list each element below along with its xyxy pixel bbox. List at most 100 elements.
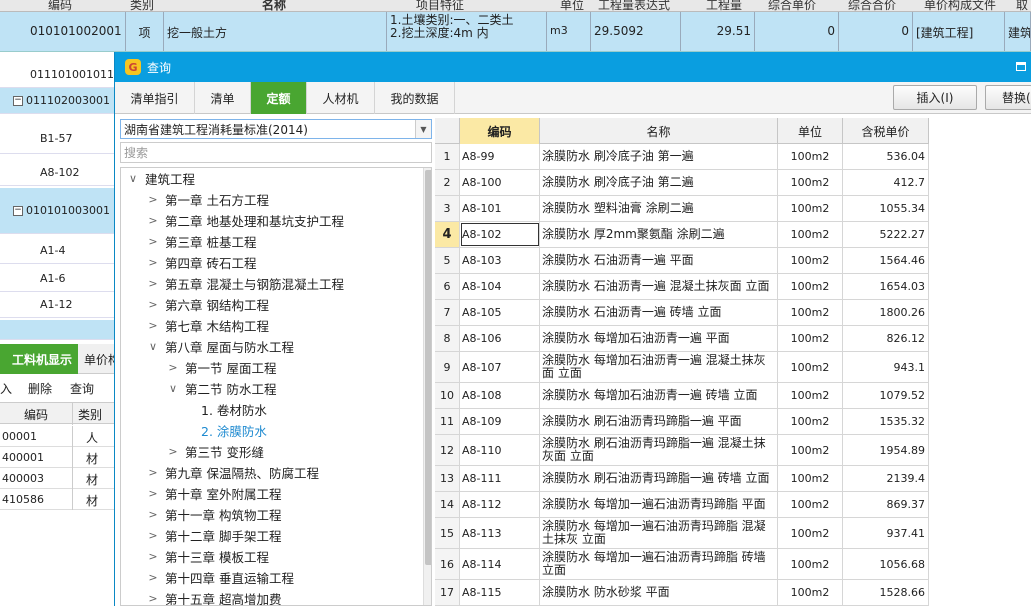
tree-node[interactable]: > 第十四章 垂直运输工程: [146, 567, 294, 588]
grid-cell-unit[interactable]: 100m2: [778, 352, 843, 382]
collapse-icon[interactable]: −: [13, 205, 23, 216]
tree-node[interactable]: > 第一节 屋面工程: [166, 357, 276, 378]
grid-cell-unit[interactable]: 100m2: [778, 274, 843, 299]
grid-row[interactable]: 3 A8-101 涂膜防水 塑料油膏 涂刷二遍 100m2 1055.34: [435, 196, 929, 222]
tree-node[interactable]: ∨ 建筑工程: [126, 168, 195, 189]
grid-row[interactable]: 8 A8-106 涂膜防水 每增加石油沥青一遍 平面 100m2 826.12: [435, 326, 929, 352]
grid-cell-price[interactable]: 5222.27: [843, 222, 929, 247]
grid-cell-name[interactable]: 涂膜防水 石油沥青一遍 砖墙 立面: [540, 300, 778, 325]
grid-cell-price[interactable]: 1800.26: [843, 300, 929, 325]
grid-cell-code[interactable]: A8-103: [460, 248, 540, 273]
chevron-down-icon[interactable]: ∨: [146, 340, 160, 353]
table-row[interactable]: 410586 材: [0, 489, 114, 510]
chevron-right-icon[interactable]: >: [146, 487, 160, 500]
grid-cell-name[interactable]: 涂膜防水 刷冷底子油 第二遍: [540, 170, 778, 195]
tab-list[interactable]: 清单: [195, 82, 251, 114]
tree-node[interactable]: > 第九章 保温隔热、防腐工程: [146, 462, 319, 483]
tree-node[interactable]: > 第四章 砖石工程: [146, 252, 256, 273]
grid-cell-name[interactable]: 涂膜防水 石油沥青一遍 平面: [540, 248, 778, 273]
grid-cell-unit[interactable]: 100m2: [778, 549, 843, 579]
tab-list-guide[interactable]: 清单指引: [115, 82, 195, 114]
grid-cell-code[interactable]: A8-106: [460, 326, 540, 351]
grid-row[interactable]: 15 A8-113 涂膜防水 每增加一遍石油沥青玛蹄脂 混凝土抹灰 立面 100m2 9…: [435, 518, 929, 549]
grid-col-code[interactable]: 编码: [460, 118, 540, 144]
tree-node[interactable]: 1. 卷材防水: [201, 399, 267, 420]
grid-cell-name[interactable]: 涂膜防水 塑料油膏 涂刷二遍: [540, 196, 778, 221]
grid-cell-unit[interactable]: 100m2: [778, 383, 843, 408]
grid-cell-name[interactable]: 涂膜防水 防水砂浆 平面: [540, 580, 778, 605]
grid-cell-code[interactable]: A8-109: [460, 409, 540, 434]
grid-cell-price[interactable]: 1056.68: [843, 549, 929, 579]
grid-cell-code[interactable]: A8-107: [460, 352, 540, 382]
grid-row[interactable]: 5 A8-103 涂膜防水 石油沥青一遍 平面 100m2 1564.46: [435, 248, 929, 274]
tree-node[interactable]: ∨ 第二节 防水工程: [166, 378, 277, 399]
chevron-right-icon[interactable]: >: [146, 256, 160, 269]
chevron-down-icon[interactable]: ∨: [126, 172, 140, 185]
grid-row[interactable]: 1 A8-99 涂膜防水 刷冷底子油 第一遍 100m2 536.04: [435, 144, 929, 170]
tree-row[interactable]: −011102003001: [0, 88, 114, 114]
chevron-right-icon[interactable]: >: [146, 277, 160, 290]
grid-cell-name[interactable]: 涂膜防水 每增加石油沥青一遍 砖墙 立面: [540, 383, 778, 408]
tree-node[interactable]: > 第三节 变形缝: [166, 441, 264, 462]
grid-cell-name[interactable]: 涂膜防水 刷石油沥青玛蹄脂一遍 平面: [540, 409, 778, 434]
chevron-down-icon[interactable]: ▼: [415, 120, 431, 138]
tree-row[interactable]: A8-102: [0, 160, 114, 186]
grid-cell-name[interactable]: 涂膜防水 厚2mm聚氨酯 涂刷二遍: [540, 222, 778, 247]
grid-cell-price[interactable]: 536.04: [843, 144, 929, 169]
grid-row[interactable]: 16 A8-114 涂膜防水 每增加一遍石油沥青玛蹄脂 砖墙立面 100m2 1056.…: [435, 549, 929, 580]
grid-cell-code[interactable]: A8-108: [460, 383, 540, 408]
tree-row[interactable]: A1-4: [0, 238, 114, 264]
chevron-right-icon[interactable]: >: [146, 550, 160, 563]
grid-cell-name[interactable]: 涂膜防水 刷冷底子油 第一遍: [540, 144, 778, 169]
grid-cell-code[interactable]: A8-114: [460, 549, 540, 579]
grid-cell-unit[interactable]: 100m2: [778, 196, 843, 221]
grid-cell-code[interactable]: A8-104: [460, 274, 540, 299]
tree-scrollbar[interactable]: [423, 168, 431, 605]
grid-cell-price[interactable]: 869.37: [843, 492, 929, 517]
grid-cell-unit[interactable]: 100m2: [778, 222, 843, 247]
grid-cell-code[interactable]: A8-105: [460, 300, 540, 325]
grid-cell-unit[interactable]: 100m2: [778, 170, 843, 195]
tree-node[interactable]: > 第一章 土石方工程: [146, 189, 269, 210]
grid-row[interactable]: 7 A8-105 涂膜防水 石油沥青一遍 砖墙 立面 100m2 1800.26: [435, 300, 929, 326]
grid-cell-price[interactable]: 1654.03: [843, 274, 929, 299]
grid-cell-code[interactable]: A8-110: [460, 435, 540, 465]
delete-action[interactable]: 删除: [28, 380, 52, 397]
grid-cell-unit[interactable]: 100m2: [778, 580, 843, 605]
grid-row[interactable]: 9 A8-107 涂膜防水 每增加石油沥青一遍 混凝土抹灰面 立面 100m2 943.…: [435, 352, 929, 383]
chevron-right-icon[interactable]: >: [146, 193, 160, 206]
grid-row[interactable]: 10 A8-108 涂膜防水 每增加石油沥青一遍 砖墙 立面 100m2 1079.52: [435, 383, 929, 409]
chevron-right-icon[interactable]: >: [146, 592, 160, 605]
grid-cell-price[interactable]: 1954.89: [843, 435, 929, 465]
grid-cell-unit[interactable]: 100m2: [778, 144, 843, 169]
tree-row[interactable]: B1-57: [0, 124, 114, 154]
grid-row[interactable]: 2 A8-100 涂膜防水 刷冷底子油 第二遍 100m2 412.7: [435, 170, 929, 196]
main-table-row-selected[interactable]: 010101002001 项 挖一般土方 1.土壤类别:一、二类土 2.挖土深度…: [0, 12, 1031, 52]
replace-button[interactable]: 替换(: [985, 85, 1031, 110]
chevron-right-icon[interactable]: >: [146, 214, 160, 227]
grid-cell-name[interactable]: 涂膜防水 每增加一遍石油沥青玛蹄脂 砖墙立面: [540, 549, 778, 579]
tree-node[interactable]: > 第五章 混凝土与钢筋混凝土工程: [146, 273, 344, 294]
grid-cell-name[interactable]: 涂膜防水 刷石油沥青玛蹄脂一遍 混凝土抹灰面 立面: [540, 435, 778, 465]
chevron-right-icon[interactable]: >: [146, 508, 160, 521]
tree-node[interactable]: > 第二章 地基处理和基坑支护工程: [146, 210, 344, 231]
tree-node[interactable]: > 第七章 木结构工程: [146, 315, 269, 336]
grid-cell-name[interactable]: 涂膜防水 刷石油沥青玛蹄脂一遍 砖墙 立面: [540, 466, 778, 491]
tab-my-data[interactable]: 我的数据: [375, 82, 455, 114]
tree-row[interactable]: A1-12: [0, 292, 114, 318]
tree-node[interactable]: > 第十五章 超高增加费: [146, 588, 281, 605]
tree-node[interactable]: > 第三章 桩基工程: [146, 231, 256, 252]
grid-cell-price[interactable]: 1564.46: [843, 248, 929, 273]
grid-cell-price[interactable]: 937.41: [843, 518, 929, 548]
tab-material-display[interactable]: 工料机显示: [0, 344, 78, 374]
tree-scrollbar-thumb[interactable]: [425, 170, 431, 565]
grid-cell-unit[interactable]: 100m2: [778, 300, 843, 325]
chevron-right-icon[interactable]: >: [146, 466, 160, 479]
query-action[interactable]: 查询: [70, 380, 94, 397]
chevron-right-icon[interactable]: >: [146, 319, 160, 332]
grid-cell-code[interactable]: A8-101: [460, 196, 540, 221]
grid-cell-unit[interactable]: 100m2: [778, 326, 843, 351]
tree-node[interactable]: > 第十三章 模板工程: [146, 546, 269, 567]
tree-node[interactable]: 2. 涂膜防水: [201, 420, 267, 441]
table-row[interactable]: 400003 材: [0, 468, 114, 489]
